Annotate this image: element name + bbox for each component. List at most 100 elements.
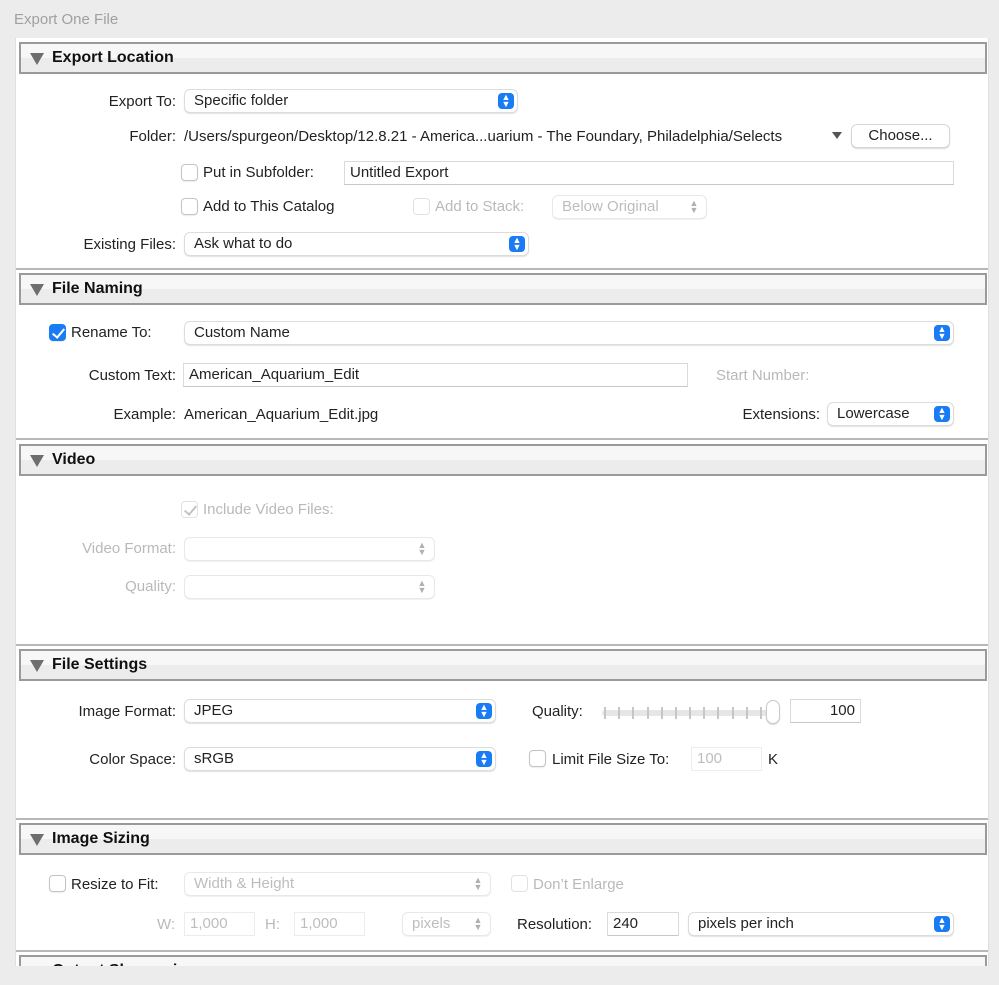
slider-tick bbox=[731, 707, 734, 719]
extensions-select[interactable]: Lowercase ▲ ▼ bbox=[827, 402, 954, 426]
custom-text-label: Custom Text: bbox=[88, 367, 176, 384]
subfolder-name-input[interactable]: Untitled Export bbox=[344, 161, 954, 185]
resolution-input[interactable]: 240 bbox=[607, 912, 679, 936]
quality-slider[interactable] bbox=[602, 700, 782, 726]
slider-tick bbox=[618, 707, 621, 719]
stepper-icon: ▲ ▼ bbox=[934, 406, 950, 422]
stepper-icon: ▲ ▼ bbox=[498, 93, 514, 109]
section-image-sizing: Image Sizing Resize to Fit: Width & Heig… bbox=[16, 818, 988, 952]
limit-file-size-input[interactable]: 100 bbox=[691, 747, 762, 771]
stepper-icon: ▲ ▼ bbox=[417, 540, 427, 557]
section-header-export-location[interactable]: Export Location bbox=[19, 42, 987, 74]
section-header-image-sizing[interactable]: Image Sizing bbox=[19, 823, 987, 855]
color-space-label: Color Space: bbox=[89, 751, 176, 768]
section-title: Image Sizing bbox=[52, 830, 150, 847]
video-quality-select[interactable]: ▲ ▼ bbox=[184, 575, 435, 599]
section-export-location: Export Location Export To: Specific fold… bbox=[16, 38, 988, 270]
resize-to-fit-label: Resize to Fit: bbox=[71, 876, 159, 893]
stack-position-select[interactable]: Below Original ▲ ▼ bbox=[552, 195, 707, 219]
resize-to-fit-checkbox[interactable] bbox=[49, 875, 66, 892]
disclosure-triangle-icon bbox=[30, 834, 44, 846]
width-label: W: bbox=[157, 916, 176, 933]
section-header-video[interactable]: Video bbox=[19, 444, 987, 476]
extensions-value: Lowercase bbox=[837, 405, 910, 422]
image-format-select[interactable]: JPEG ▲ ▼ bbox=[184, 699, 496, 723]
resolution-unit-select[interactable]: pixels per inch ▲ ▼ bbox=[688, 912, 954, 936]
add-to-stack-label: Add to Stack: bbox=[435, 198, 525, 215]
export-to-label: Export To: bbox=[108, 93, 176, 110]
video-format-label: Video Format: bbox=[82, 540, 176, 557]
section-video: Video Include Video Files: Video Format:… bbox=[16, 438, 988, 646]
include-video-label: Include Video Files: bbox=[203, 501, 334, 518]
slider-tick bbox=[760, 707, 762, 719]
put-in-subfolder-checkbox[interactable] bbox=[181, 164, 198, 181]
section-header-file-settings[interactable]: File Settings bbox=[19, 649, 987, 681]
stepper-icon: ▲ ▼ bbox=[417, 578, 427, 595]
section-title: Output Sharpening bbox=[52, 962, 197, 966]
example-filename: American_Aquarium_Edit.jpg bbox=[184, 406, 379, 423]
choose-folder-button[interactable]: Choose... bbox=[851, 124, 950, 148]
include-video-checkbox[interactable] bbox=[181, 501, 198, 518]
size-units-value: pixels bbox=[412, 915, 451, 932]
dont-enlarge-label: Don’t Enlarge bbox=[533, 876, 624, 893]
disclosure-triangle-icon bbox=[30, 660, 44, 672]
disclosure-triangle-icon bbox=[30, 455, 44, 467]
section-header-file-naming[interactable]: File Naming bbox=[19, 273, 987, 305]
dont-enlarge-checkbox[interactable] bbox=[511, 875, 528, 892]
add-to-catalog-checkbox[interactable] bbox=[181, 198, 198, 215]
limit-file-size-label: Limit File Size To: bbox=[552, 751, 670, 768]
resize-mode-select[interactable]: Width & Height ▲ ▼ bbox=[184, 872, 491, 896]
quality-slider-thumb[interactable] bbox=[766, 700, 780, 724]
section-output-sharpening: Output Sharpening bbox=[16, 950, 988, 966]
image-format-value: JPEG bbox=[194, 702, 234, 719]
custom-text-input[interactable]: American_Aquarium_Edit bbox=[183, 363, 688, 387]
stepper-icon: ▲ ▼ bbox=[934, 325, 950, 341]
image-format-label: Image Format: bbox=[78, 703, 176, 720]
add-to-catalog-label: Add to This Catalog bbox=[203, 198, 335, 215]
put-in-subfolder-label: Put in Subfolder: bbox=[203, 164, 314, 181]
rename-to-checkbox[interactable] bbox=[49, 324, 66, 341]
width-input[interactable]: 1,000 bbox=[184, 912, 255, 936]
disclosure-triangle-icon bbox=[30, 284, 44, 296]
slider-tick bbox=[717, 707, 720, 719]
section-title: File Settings bbox=[52, 656, 148, 673]
stepper-icon: ▲ ▼ bbox=[476, 703, 492, 719]
slider-tick bbox=[745, 707, 748, 719]
quality-input[interactable]: 100 bbox=[790, 699, 861, 723]
video-quality-label: Quality: bbox=[125, 578, 176, 595]
resolution-label: Resolution: bbox=[517, 916, 593, 933]
stepper-icon: ▲ ▼ bbox=[476, 751, 492, 767]
existing-files-select[interactable]: Ask what to do ▲ ▼ bbox=[184, 232, 529, 256]
limit-file-size-checkbox[interactable] bbox=[529, 750, 546, 767]
resolution-unit-value: pixels per inch bbox=[698, 915, 794, 932]
stepper-icon: ▲ ▼ bbox=[934, 916, 950, 932]
color-space-select[interactable]: sRGB ▲ ▼ bbox=[184, 747, 496, 771]
export-settings-panel: Export Location Export To: Specific fold… bbox=[15, 38, 989, 966]
size-units-select[interactable]: pixels ▲ ▼ bbox=[402, 912, 491, 936]
video-format-select[interactable]: ▲ ▼ bbox=[184, 537, 435, 561]
folder-history-dropdown-icon[interactable] bbox=[832, 132, 842, 139]
height-label: H: bbox=[265, 916, 280, 933]
section-header-output-sharpening[interactable]: Output Sharpening bbox=[19, 955, 987, 966]
disclosure-triangle-icon bbox=[30, 53, 44, 65]
slider-tick bbox=[632, 707, 635, 719]
height-input[interactable]: 1,000 bbox=[294, 912, 365, 936]
existing-files-value: Ask what to do bbox=[194, 235, 293, 252]
folder-path: /Users/spurgeon/Desktop/12.8.21 - Americ… bbox=[184, 128, 783, 145]
stepper-icon: ▲ ▼ bbox=[473, 875, 483, 892]
section-file-settings: File Settings Image Format: JPEG ▲ ▼ Qual… bbox=[16, 644, 988, 820]
existing-files-label: Existing Files: bbox=[83, 236, 176, 253]
stepper-icon: ▲ ▼ bbox=[509, 236, 525, 252]
add-to-stack-checkbox[interactable] bbox=[413, 198, 430, 215]
export-to-select[interactable]: Specific folder ▲ ▼ bbox=[184, 89, 518, 113]
example-label: Example: bbox=[113, 406, 176, 423]
rename-template-value: Custom Name bbox=[194, 324, 290, 341]
start-number-label: Start Number: bbox=[716, 367, 810, 384]
rename-template-select[interactable]: Custom Name ▲ ▼ bbox=[184, 321, 954, 345]
export-to-value: Specific folder bbox=[194, 92, 289, 109]
limit-file-size-unit: K bbox=[768, 751, 779, 768]
stepper-icon: ▲ ▼ bbox=[689, 198, 699, 215]
slider-tick bbox=[660, 707, 663, 719]
slider-tick bbox=[703, 707, 706, 719]
extensions-label: Extensions: bbox=[742, 406, 820, 423]
